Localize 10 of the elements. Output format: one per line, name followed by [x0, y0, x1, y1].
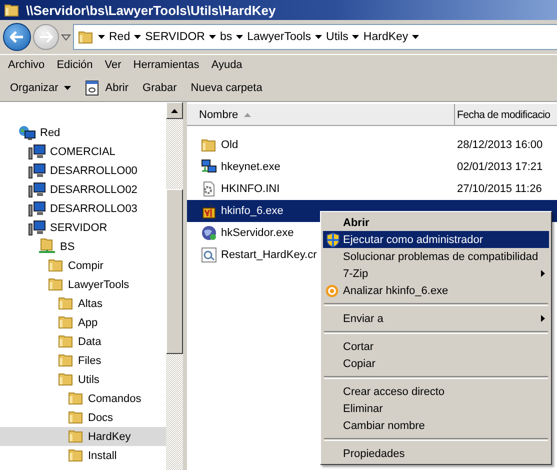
file-date: 02/01/2013 17:21 — [457, 161, 544, 173]
file-date: 27/10/2015 11:26 — [457, 183, 543, 195]
file-name: Restart_HardKey.cr — [221, 249, 317, 261]
window-title: \\Servidor\bs\LawyerTools\Utils\HardKey — [26, 2, 276, 18]
file-name: Old — [221, 139, 238, 151]
file-name: hkinfo_6.exe — [221, 205, 284, 217]
file-date: 28/12/2013 16:00 — [457, 139, 544, 151]
file-name: hkServidor.exe — [221, 227, 294, 239]
file-name: HKINFO.INI — [221, 183, 280, 195]
file-name: hkeynet.exe — [221, 161, 280, 173]
